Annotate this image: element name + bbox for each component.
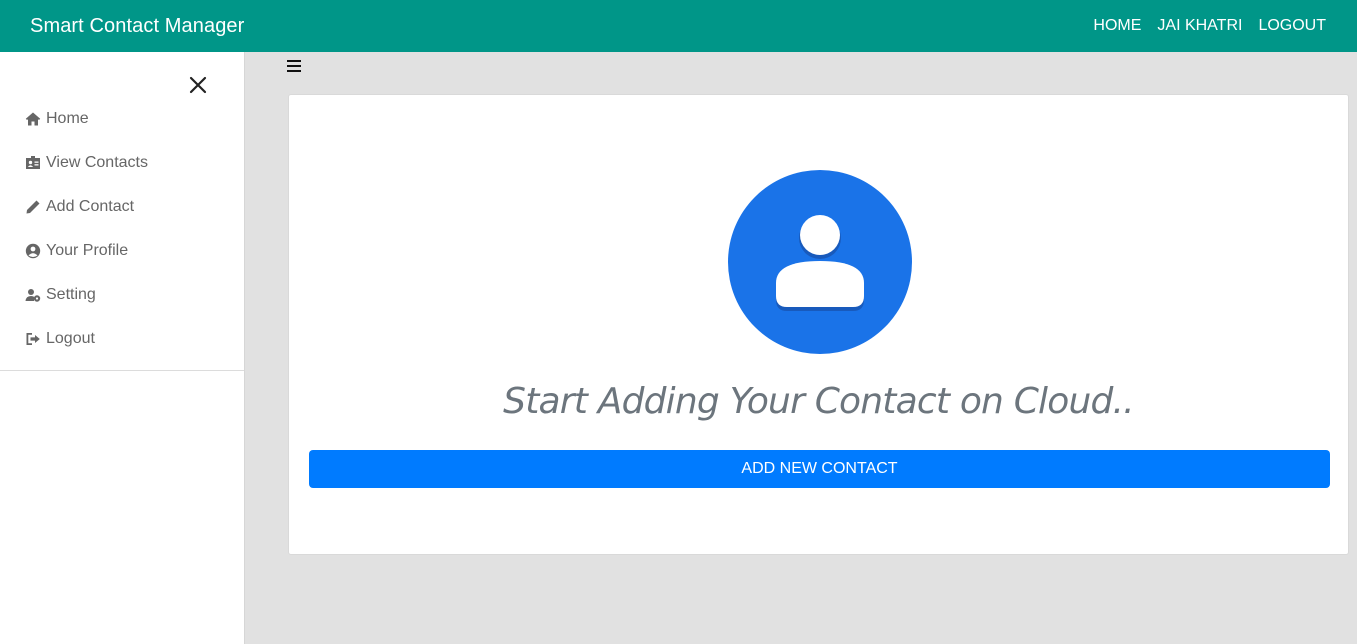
nav-links: HOME JAI KHATRI LOGOUT (1093, 17, 1326, 35)
nav-link-home[interactable]: HOME (1093, 17, 1141, 35)
sidebar-item-label: Home (46, 110, 89, 127)
add-new-contact-button[interactable]: ADD NEW CONTACT (309, 450, 1330, 488)
user-gear-icon (24, 286, 42, 304)
sidebar-item-label: View Contacts (46, 154, 148, 171)
nav-link-user[interactable]: JAI KHATRI (1157, 17, 1242, 35)
sidebar-menu: Home View Contacts Add Contact Your Prof… (0, 97, 244, 371)
sidebar-item-view-contacts[interactable]: View Contacts (0, 141, 244, 185)
pencil-icon (24, 198, 42, 216)
sidebar-item-add-contact[interactable]: Add Contact (0, 185, 244, 229)
sign-out-icon (24, 330, 42, 348)
address-card-icon (24, 154, 42, 172)
main-card: Start Adding Your Contact on Cloud.. ADD… (288, 94, 1349, 555)
sidebar-item-label: Logout (46, 330, 95, 347)
contact-avatar-icon (727, 169, 913, 355)
top-navbar: Smart Contact Manager HOME JAI KHATRI LO… (0, 0, 1357, 52)
tagline-heading: Start Adding Your Contact on Cloud.. (503, 381, 1134, 422)
sidebar-item-home[interactable]: Home (0, 97, 244, 141)
hamburger-icon[interactable] (287, 60, 303, 76)
home-icon (24, 110, 42, 128)
sidebar-item-label: Your Profile (46, 242, 129, 259)
close-icon[interactable] (187, 74, 209, 96)
sidebar-item-setting[interactable]: Setting (0, 273, 244, 317)
sidebar: Home View Contacts Add Contact Your Prof… (0, 52, 245, 644)
sidebar-item-logout[interactable]: Logout (0, 317, 244, 361)
sidebar-item-your-profile[interactable]: Your Profile (0, 229, 244, 273)
brand-title[interactable]: Smart Contact Manager (30, 15, 244, 38)
nav-link-logout[interactable]: LOGOUT (1258, 17, 1326, 35)
user-circle-icon (24, 242, 42, 260)
sidebar-item-label: Setting (46, 286, 96, 303)
sidebar-item-label: Add Contact (46, 198, 135, 215)
